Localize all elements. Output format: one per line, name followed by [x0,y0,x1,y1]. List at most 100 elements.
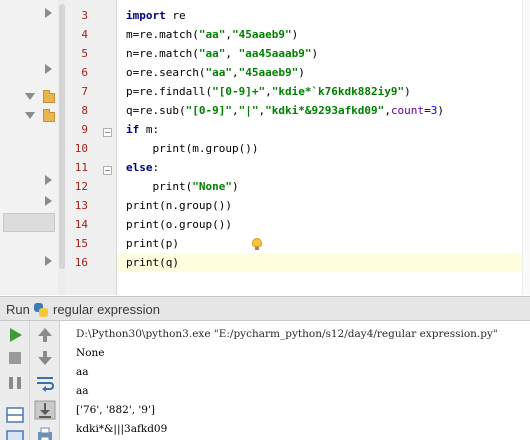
code-token: o=re.search( [126,66,206,79]
console-output-line: kdki*&|||3afkd09 [76,423,168,435]
arrow-down-icon[interactable] [34,348,56,368]
code-token: print(m.group()) [126,142,259,155]
code-token: import [126,9,166,22]
code-line[interactable]: print(q) [117,253,530,272]
line-number[interactable]: 8 [66,101,114,120]
code-token: m: [139,123,160,136]
code-token: p=re.findall( [126,85,213,98]
folder-icon[interactable] [43,90,55,103]
code-token: "|" [238,104,259,117]
code-token: q=re.sub( [126,104,186,117]
line-number[interactable]: 14 [66,215,114,234]
expand-arrow-icon[interactable] [45,196,52,206]
console-command-line[interactable]: D:\Python30\python3.exe "E:/pycharm_pyth… [76,325,498,344]
code-token: , [231,66,239,79]
code-token: , [231,104,239,117]
line-number[interactable]: 13 [66,196,114,215]
code-token: print(o.group()) [126,218,232,231]
python-file-icon [34,303,48,317]
code-token: if [126,123,140,136]
horizontal-scrollbar[interactable] [3,213,55,232]
code-token: "kdie*`k76kdk882iy9" [271,85,405,98]
code-token: print( [126,180,193,193]
code-line[interactable]: print(p) [117,234,530,253]
lightbulb-icon[interactable] [252,238,262,250]
pin-icon[interactable] [4,428,26,440]
code-token: = [424,104,431,117]
code-token: ) [404,85,411,98]
expand-arrow-icon[interactable] [45,256,52,266]
code-line[interactable]: else: [117,158,530,177]
fold-marker-icon[interactable] [103,128,112,137]
code-line[interactable]: m=re.match("aa","45aaeb9") [117,25,530,44]
code-line[interactable]: q=re.sub("[0-9]","|","kdki*&9293afkd09",… [117,101,530,120]
code-token: "[0-9]" [185,104,232,117]
line-number[interactable]: 7 [66,82,114,101]
code-line[interactable]: import re [117,6,530,25]
line-number[interactable]: 3 [66,6,114,25]
code-token: "45aaeb9" [238,66,299,79]
code-token: "kdki*&9293afkd09" [265,104,385,117]
run-toolbar-primary [0,321,30,440]
code-line[interactable]: n=re.match("aa", "aa45aaab9") [117,44,530,63]
line-number[interactable]: 4 [66,25,114,44]
code-editor[interactable]: 3 4 5 6 7 8 9 10 11 12 13 14 15 16 import re m=re.matc… [0,0,530,295]
code-token: print(q) [126,256,179,269]
code-token: : [152,161,160,174]
code-token: ) [311,47,319,60]
code-token: re [165,9,186,22]
code-token: "[0-9]+" [212,85,266,98]
code-line[interactable]: print(o.group()) [117,215,530,234]
line-number[interactable]: 16 [66,253,114,272]
collapse-arrow-icon[interactable] [25,112,35,119]
code-line[interactable]: print(m.group()) [117,139,530,158]
expand-arrow-icon[interactable] [45,175,52,185]
run-label[interactable]: Run [6,302,30,317]
code-token: m=re.match( [126,28,199,41]
pause-icon[interactable] [4,373,26,393]
expand-arrow-icon[interactable] [45,8,52,18]
code-token: , [265,85,272,98]
fold-marker-icon[interactable] [103,166,112,175]
code-token: "None" [192,180,232,193]
code-token: count [390,104,425,117]
expand-arrow-icon[interactable] [45,64,52,74]
code-line[interactable]: p=re.findall("[0-9]+","kdie*`k76kdk882iy… [117,82,530,101]
folder-icon[interactable] [43,109,55,122]
editor-error-stripe [522,0,530,295]
code-token: ) [231,180,239,193]
scrollbar-thumb[interactable] [59,4,65,269]
console-output-line: None [76,347,105,359]
scroll-to-end-icon[interactable] [34,400,56,420]
line-number[interactable]: 6 [66,63,114,82]
code-token: , [384,104,391,117]
arrow-up-icon[interactable] [34,325,56,345]
console-output-line: aa [76,366,89,378]
line-number[interactable]: 5 [66,44,114,63]
line-number[interactable]: 12 [66,177,114,196]
code-token: "aa" [198,28,226,41]
print-icon[interactable] [34,425,56,440]
code-line[interactable]: if m: [117,120,530,139]
line-number[interactable]: 10 [66,139,114,158]
collapse-arrow-icon[interactable] [25,93,35,100]
run-toolbar-secondary [30,321,60,440]
layout-icon[interactable] [4,405,26,425]
run-tool-window-header: Run regular expression [0,296,530,321]
code-token: ) [437,104,444,117]
code-token: "aa45aaab9" [238,47,312,60]
code-line[interactable]: print(n.group()) [117,196,530,215]
code-token: n=re.match( [126,47,199,60]
console-output-line: aa [76,385,89,397]
code-line[interactable]: print("None") [117,177,530,196]
code-token: else [126,161,153,174]
run-icon[interactable] [4,325,26,345]
run-console-output[interactable]: D:\Python30\python3.exe "E:/pycharm_pyth… [61,321,530,440]
soft-wrap-icon[interactable] [34,373,56,393]
code-area[interactable]: import re m=re.match("aa","45aaeb9") n=re.… [117,0,530,295]
code-line[interactable]: o=re.search("aa","45aaeb9") [117,63,530,82]
line-number[interactable]: 15 [66,234,114,253]
stop-icon[interactable] [4,348,26,368]
run-config-name[interactable]: regular expression [53,302,160,317]
project-tree-panel[interactable] [0,0,66,295]
